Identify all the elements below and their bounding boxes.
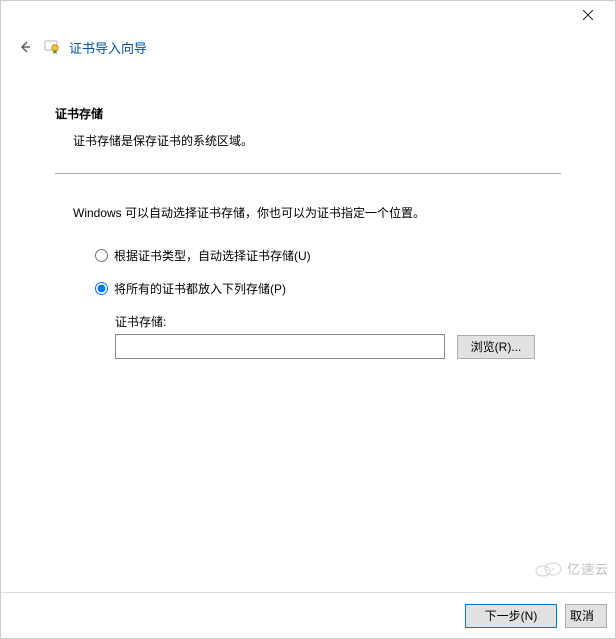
separator — [55, 173, 561, 174]
radio-manual-label: 将所有的证书都放入下列存储(P) — [114, 280, 286, 297]
watermark-text: 亿速云 — [567, 559, 609, 578]
radio-manual-input[interactable] — [95, 282, 108, 295]
next-button[interactable]: 下一步(N) — [465, 604, 557, 628]
prompt-text: Windows 可以自动选择证书存储，你也可以为证书指定一个位置。 — [73, 204, 561, 221]
store-label: 证书存储: — [115, 313, 561, 330]
back-arrow-icon — [18, 40, 32, 54]
cancel-button[interactable]: 取消 — [565, 604, 607, 628]
close-icon — [583, 10, 593, 20]
store-input[interactable] — [115, 334, 445, 359]
watermark: 亿速云 — [533, 558, 609, 578]
browse-button[interactable]: 浏览(R)... — [457, 335, 535, 359]
section-description: 证书存储是保存证书的系统区域。 — [73, 132, 561, 149]
cloud-icon — [533, 558, 563, 578]
certificate-icon — [43, 38, 61, 56]
radio-auto-select[interactable]: 根据证书类型，自动选择证书存储(U) — [95, 247, 561, 264]
wizard-title: 证书导入向导 — [69, 38, 147, 57]
radio-manual-select[interactable]: 将所有的证书都放入下列存储(P) — [95, 280, 561, 297]
window-close-button[interactable] — [565, 2, 611, 28]
section-heading: 证书存储 — [55, 105, 561, 122]
back-button[interactable] — [15, 37, 35, 57]
radio-auto-label: 根据证书类型，自动选择证书存储(U) — [114, 247, 311, 264]
radio-auto-input[interactable] — [95, 249, 108, 262]
